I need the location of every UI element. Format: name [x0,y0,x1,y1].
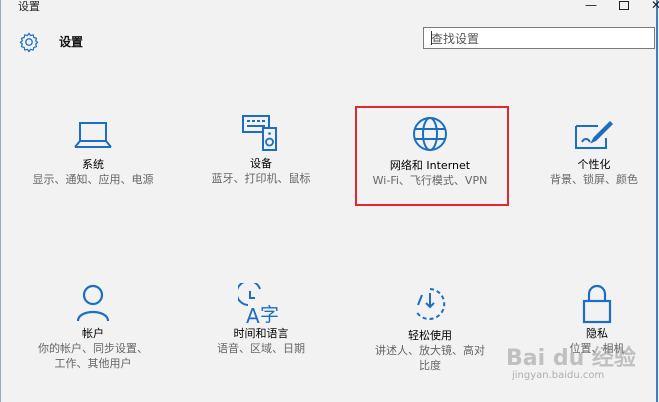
tile-system-name: 系统 [82,158,104,171]
svg-text:A: A [246,304,260,325]
title-bar[interactable]: 设置 — ✕ [1,0,659,16]
tile-time-language-name: 时间和语言 [233,327,289,340]
maximize-button[interactable] [609,0,639,14]
paint-brush-icon [575,120,614,149]
highlight-box [355,106,509,206]
time-language-icon: A 字 [238,283,279,325]
gear-icon [19,32,39,53]
tile-personalization[interactable]: 个性化 背景、锁屏、颜色 [524,118,659,187]
keyboard-speaker-icon [242,115,277,151]
tile-accounts-desc: 你的帐户、同步设置、工作、其他用户 [38,342,148,370]
watermark-main: Bai du 经验 [506,346,636,371]
tile-time-language[interactable]: A 字 时间和语言 语音、区域、日期 [191,283,331,356]
tile-devices-name: 设备 [250,157,272,170]
tile-accounts-name: 帐户 [82,327,104,340]
tile-ease-of-access-desc: 讲述人、放大镜、高对比度 [375,344,485,372]
tile-ease-of-access[interactable]: 轻松使用 讲述人、放大镜、高对比度 [360,285,500,373]
close-button[interactable]: ✕ [641,0,659,14]
tile-privacy-name: 隐私 [586,327,608,340]
tile-accounts[interactable]: 帐户 你的帐户、同步设置、工作、其他用户 [23,283,163,371]
settings-window: 设置 — ✕ 设置 系统 显示、通知、应用、电源 设备 [0,0,659,402]
tile-system[interactable]: 系统 显示、通知、应用、电源 [23,118,163,187]
svg-text:字: 字 [260,304,279,325]
laptop-icon [74,122,112,148]
tile-devices[interactable]: 设备 蓝牙、打印机、鼠标 [191,113,331,186]
lock-icon [582,284,612,324]
tile-personalization-desc: 背景、锁屏、颜色 [550,173,638,186]
page-title: 设置 [59,35,84,49]
window-title: 设置 [18,0,40,13]
tile-system-desc: 显示、通知、应用、电源 [32,173,154,186]
text-cursor [431,31,432,45]
search-input[interactable] [431,30,641,48]
tile-personalization-name: 个性化 [577,158,611,171]
minimize-button[interactable]: — [576,0,606,14]
tile-devices-desc: 蓝牙、打印机、鼠标 [211,172,311,185]
maximize-icon [619,1,629,10]
baidu-watermark: Bai du 经验 jingyan.baidu.com [506,340,656,400]
tile-ease-of-access-name: 轻松使用 [408,329,452,342]
settings-header: 设置 [1,22,656,58]
person-icon [76,284,110,322]
search-box[interactable] [423,27,655,49]
tile-time-language-desc: 语音、区域、日期 [217,342,305,355]
watermark-sub: jingyan.baidu.com [512,370,605,381]
ease-of-access-icon [415,288,446,320]
